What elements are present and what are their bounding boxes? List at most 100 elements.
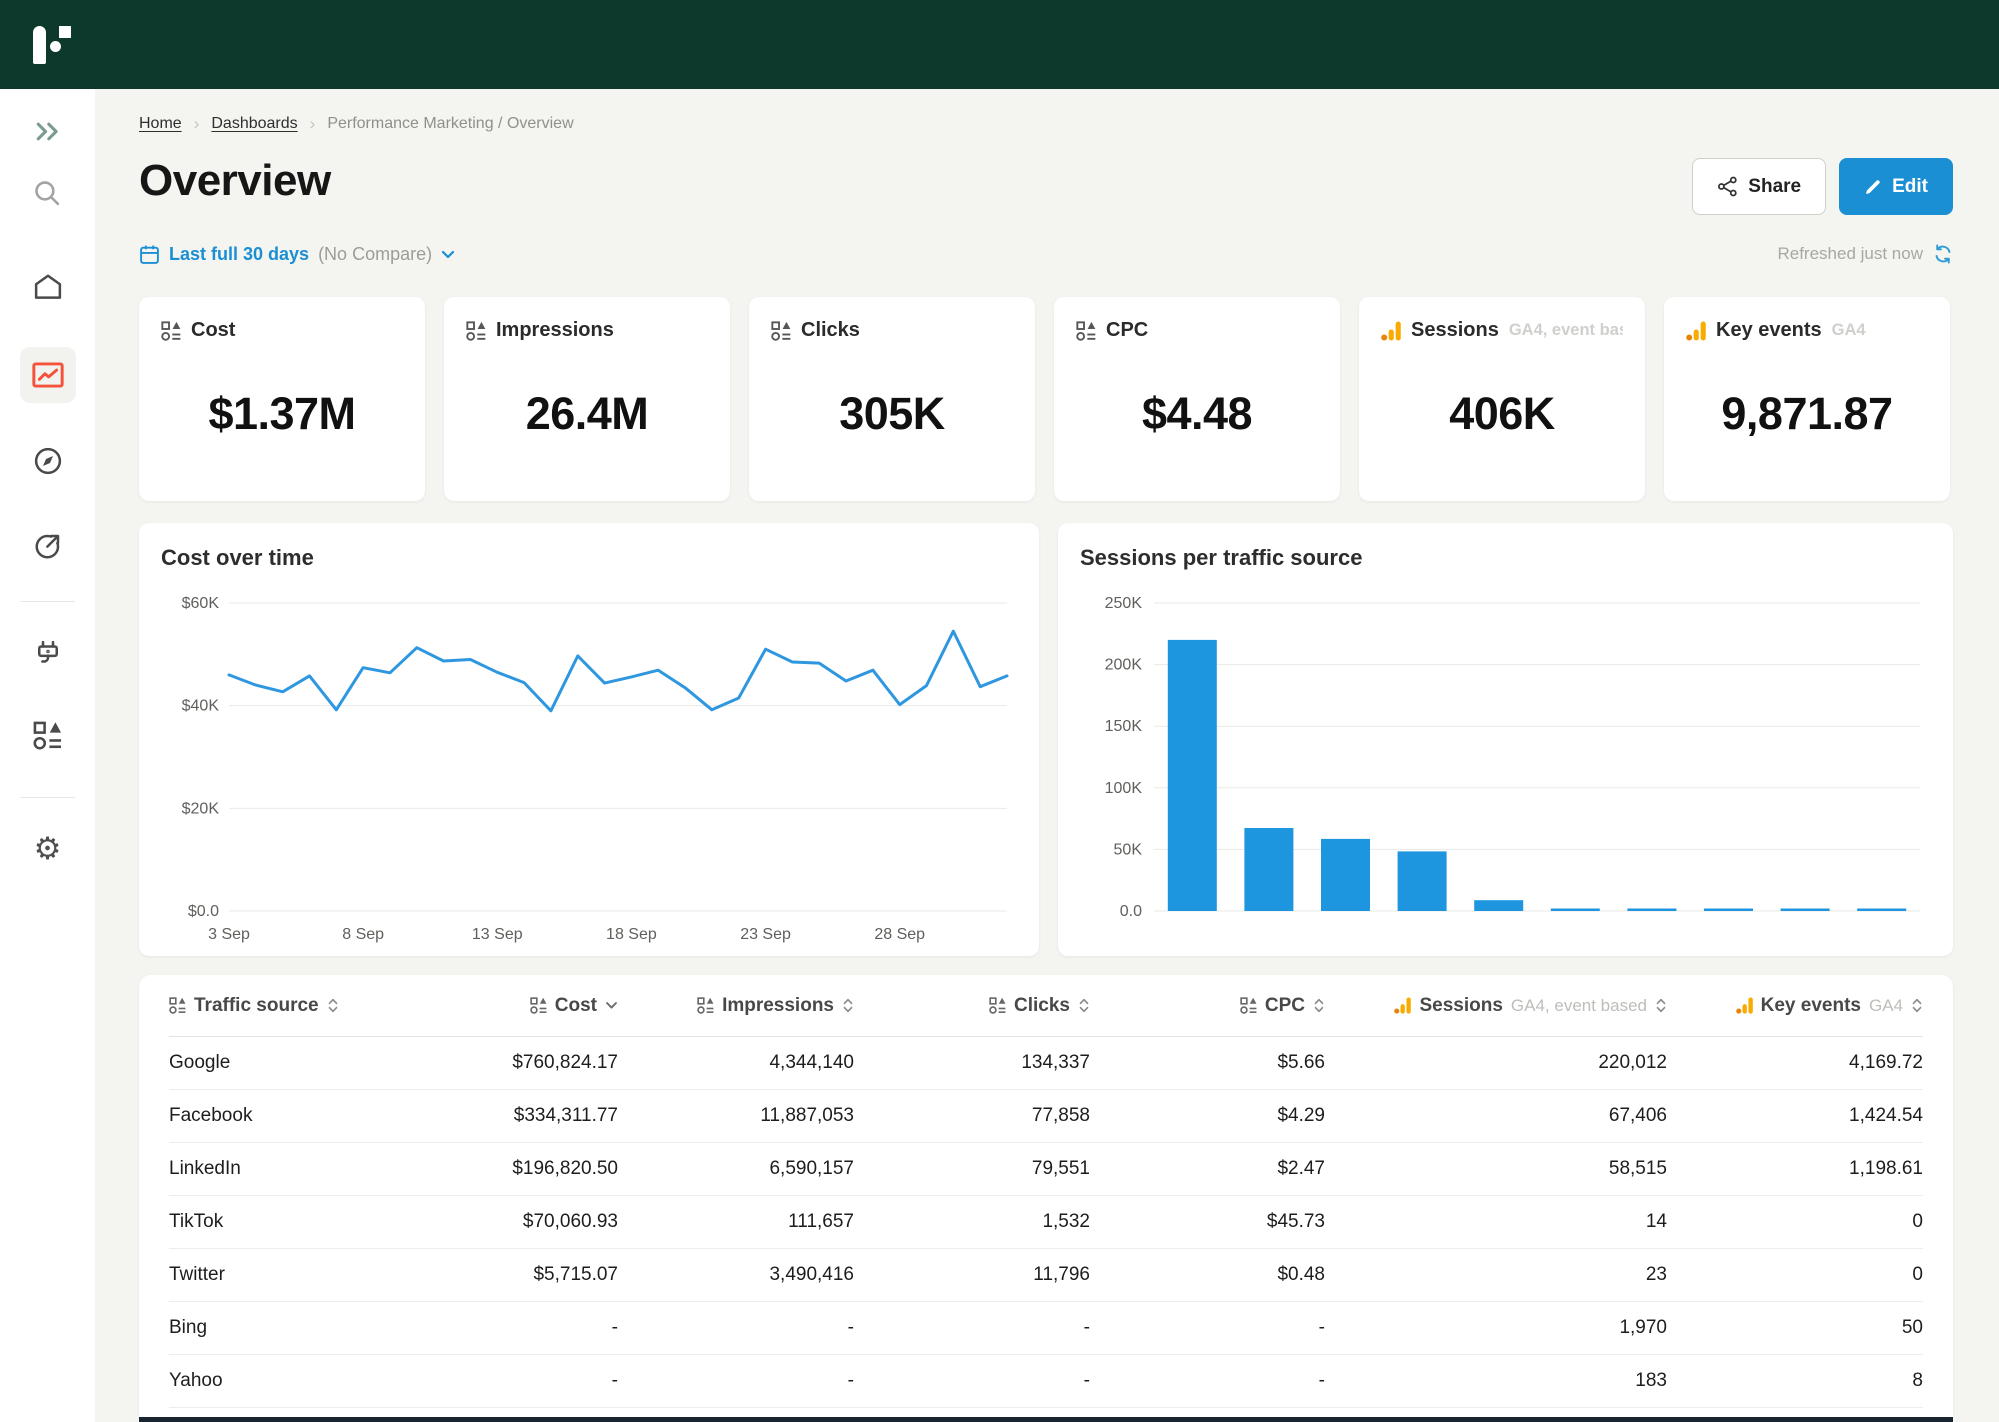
table-row-google: Google $760,824.17 4,344,140 134,337 $5.66 22… [169, 1037, 1923, 1090]
traffic-source-cell: LinkedIn [169, 1158, 241, 1179]
kpi-row: Cost $1.37M Impressions 26.4M Clicks 305K CPC $… [139, 297, 1953, 501]
table-row-linkedin: LinkedIn $196,820.50 6,590,157 79,551 $2.47 5… [169, 1143, 1923, 1196]
google-analytics-icon [1381, 321, 1401, 341]
value-cell: 1,198.61 [1849, 1158, 1923, 1179]
column-badge: GA4 [1868, 995, 1903, 1015]
compare-label: (No Compare) [318, 243, 433, 264]
kpi-header: Impressions [466, 319, 708, 342]
kpi-label: Impressions [496, 319, 614, 341]
sidebar-item-connectors[interactable] [24, 630, 72, 678]
share-nodes-icon [1718, 176, 1737, 197]
kpi-header: Key events GA4 [1686, 319, 1928, 342]
table-row-twitter: Twitter $5,715.07 3,490,416 11,796 $0.48 23 0 [169, 1249, 1923, 1302]
column-header-sessions[interactable]: Sessions GA4, event based [1325, 995, 1667, 1017]
column-header-clicks[interactable]: Clicks [854, 995, 1090, 1017]
kpi-header: Cost [161, 319, 403, 342]
svg-text:23 Sep: 23 Sep [740, 926, 791, 943]
value-cell: 14 [1645, 1211, 1667, 1232]
sidebar-item-data[interactable] [24, 711, 72, 759]
kpi-label: Sessions [1411, 319, 1499, 341]
shapes-icon [771, 320, 791, 341]
traffic-source-cell: Google [169, 1052, 231, 1073]
sidebar-item-export[interactable] [24, 522, 72, 570]
sessions-bar-chart: 0.0 50K 100K 150K 200K 250K [1105, 595, 1920, 920]
arrow-up-right-circle-icon [35, 533, 60, 559]
svg-text:8 Sep: 8 Sep [342, 926, 384, 943]
column-label: Clicks [1014, 994, 1070, 1016]
date-range-filter[interactable]: Last full 30 days (No Compare) [139, 244, 455, 265]
value-cell: - [611, 1317, 618, 1338]
shapes-icon [530, 997, 547, 1014]
table-row-yahoo: Yahoo - - - - 183 8 [169, 1355, 1923, 1408]
kpi-label: CPC [1106, 319, 1149, 341]
svg-text:0.0: 0.0 [1120, 903, 1142, 920]
sidebar-item-search[interactable] [24, 169, 72, 217]
pencil-icon [1866, 179, 1880, 194]
value-cell: 58,515 [1608, 1158, 1667, 1179]
column-label: CPC [1264, 994, 1305, 1016]
column-header-cpc[interactable]: CPC [1090, 995, 1325, 1017]
kpi-label: Clicks [801, 319, 860, 341]
shapes-icon [697, 997, 714, 1014]
svg-text:3 Sep: 3 Sep [208, 926, 250, 943]
column-header-impressions[interactable]: Impressions [618, 995, 854, 1017]
share-button[interactable]: Share [1692, 158, 1827, 215]
breadcrumb-separator-icon: › [193, 114, 200, 133]
value-cell: $196,820.50 [512, 1158, 618, 1179]
svg-text:200K: 200K [1105, 657, 1143, 674]
share-button-label: Share [1748, 175, 1802, 197]
shapes-icon [1076, 320, 1096, 341]
kpi-value: 406K [1449, 388, 1555, 439]
value-cell: - [1083, 1370, 1090, 1391]
column-header-cost[interactable]: Cost [409, 995, 618, 1017]
gear-icon: ⚙ [33, 830, 62, 866]
sort-updown-icon [328, 998, 337, 1013]
value-cell: 79,551 [1031, 1158, 1090, 1179]
calendar-icon [140, 245, 159, 264]
shapes-icon [169, 997, 186, 1014]
sidebar-expand-button[interactable] [24, 107, 72, 155]
value-cell: 0 [1912, 1211, 1923, 1232]
column-label: Key events [1760, 994, 1861, 1016]
value-cell: 77,858 [1031, 1105, 1090, 1126]
sidebar-item-explore[interactable] [24, 437, 72, 485]
kpi-value: 305K [839, 388, 945, 439]
value-cell: 4,169.72 [1849, 1052, 1923, 1073]
value-cell: - [847, 1370, 854, 1391]
column-label: Cost [554, 994, 597, 1016]
value-cell: $4.29 [1277, 1105, 1325, 1126]
shapes-icon [161, 320, 181, 341]
sidebar-item-settings[interactable]: ⚙ [24, 824, 72, 872]
value-cell: 220,012 [1598, 1052, 1667, 1073]
funnel-logo[interactable] [33, 24, 83, 64]
sidebar-item-home[interactable] [24, 263, 72, 311]
table-header-row: Traffic source Cost Impressions Clicks CPC Se… [169, 975, 1923, 1037]
refresh-status: Refreshed just now [1777, 244, 1923, 263]
edit-button-label: Edit [1892, 175, 1928, 197]
svg-text:$60K: $60K [182, 595, 220, 612]
value-cell: 1,532 [1042, 1211, 1090, 1232]
column-header-traffic-source[interactable]: Traffic source [169, 995, 409, 1017]
kpi-value: 26.4M [525, 388, 649, 439]
sidebar: ⚙ [0, 89, 95, 1422]
cost-over-time-line-chart: $0.0 $20K $40K $60K 3 Sep 8 Sep 13 Sep 18 Sep 23… [182, 595, 1009, 943]
breadcrumb-dashboards[interactable]: Dashboards [211, 115, 297, 133]
sidebar-item-dashboards[interactable] [19, 347, 76, 403]
breadcrumb-home[interactable]: Home [139, 115, 182, 133]
column-badge: GA4, event based [1510, 995, 1647, 1015]
kpi-card-key-events: Key events GA4 9,871.87 [1664, 297, 1950, 501]
value-cell: 11,796 [1033, 1264, 1090, 1285]
kpi-card-impressions: Impressions 26.4M [444, 297, 730, 501]
search-icon [35, 180, 60, 205]
traffic-source-cell: Facebook [169, 1105, 253, 1126]
app-window: ⚙ Home › Dashboards › Performance Market… [0, 0, 1999, 1422]
svg-text:13 Sep: 13 Sep [472, 926, 523, 943]
value-cell: $760,824.17 [512, 1052, 618, 1073]
column-header-key-events[interactable]: Key events GA4 [1667, 995, 1923, 1017]
kpi-card-sessions: Sessions GA4, event bas 406K [1359, 297, 1645, 501]
refresh-icon[interactable] [1933, 244, 1953, 264]
column-label: Impressions [722, 994, 834, 1016]
shapes-icon [989, 997, 1006, 1014]
edit-button[interactable]: Edit [1839, 158, 1953, 215]
kpi-value: $4.48 [1141, 388, 1253, 439]
